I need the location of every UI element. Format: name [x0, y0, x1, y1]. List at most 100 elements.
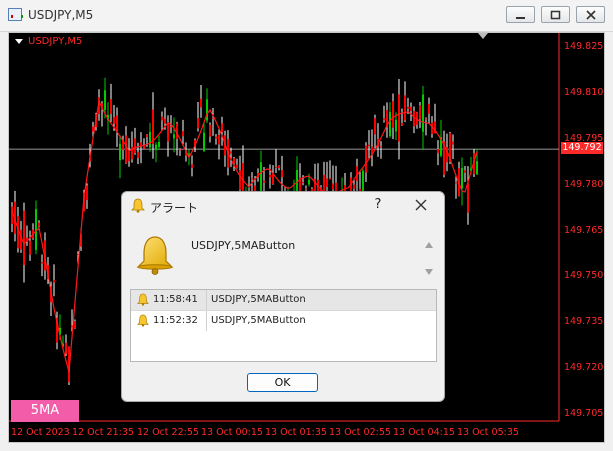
help-button[interactable]: ? [371, 197, 385, 212]
triangle-down-icon [15, 38, 23, 44]
candle-body [398, 94, 400, 142]
price-tick-label: 149.720 [564, 362, 604, 374]
time-tick-label: 12 Oct 2023 [11, 427, 70, 438]
candle-body [218, 134, 220, 145]
candle-body [374, 117, 376, 135]
candle-body [407, 106, 409, 109]
close-window-button[interactable] [576, 6, 605, 23]
price-tick-label: 149.750 [564, 270, 604, 282]
candle-body [476, 161, 478, 175]
candle-body [380, 146, 382, 148]
candle-body [167, 122, 169, 142]
column-separator [206, 290, 207, 310]
candle-body [362, 170, 364, 192]
candle-body [392, 101, 394, 128]
large-bell-icon [136, 236, 174, 275]
candle-body [401, 122, 403, 126]
candle-body [191, 164, 193, 168]
candle-body [425, 118, 427, 120]
chart-app-icon [8, 8, 23, 21]
candle-body [353, 184, 355, 189]
candle-body [275, 166, 277, 168]
candle-body [155, 144, 157, 150]
candle-body [197, 117, 199, 129]
alert-row[interactable]: 11:52:32 USDJPY,5MAButton [131, 311, 436, 331]
time-tick-label: 12 Oct 22:55 [137, 427, 199, 438]
candle-body [137, 152, 139, 159]
candle-body [368, 144, 370, 146]
candle-body [221, 123, 223, 133]
price-tick-label: 149.810 [564, 87, 604, 99]
candle-body [419, 105, 421, 120]
candle-body [428, 104, 430, 114]
candle-body [149, 131, 151, 148]
minimize-button[interactable] [506, 6, 535, 23]
bell-icon [131, 198, 145, 213]
bell-icon [137, 293, 149, 306]
time-tick-label: 13 Oct 05:35 [457, 427, 519, 438]
candle-body [464, 170, 466, 173]
candle-body [86, 185, 88, 201]
candle-body [452, 141, 454, 145]
candle-body [65, 342, 67, 354]
candle-body [74, 321, 76, 329]
chart-symbol-label: USDJPY,M5 [15, 36, 82, 47]
candle-body [170, 126, 172, 128]
candle-body [467, 183, 469, 213]
5ma-button[interactable]: 5MA [11, 400, 79, 422]
candle-body [281, 170, 283, 178]
ok-button[interactable]: OK [247, 373, 318, 392]
price-tick-label: 149.825 [564, 41, 604, 53]
candle-body [329, 178, 331, 180]
candle-body [251, 178, 253, 180]
candle-body [179, 149, 181, 151]
alert-time: 11:58:41 [153, 294, 198, 305]
chart-shift-marker[interactable] [478, 33, 488, 39]
scroll-down-arrow[interactable] [425, 269, 433, 275]
alert-row[interactable]: 11:58:41 USDJPY,5MAButton [131, 290, 436, 310]
dialog-title: アラート [150, 201, 199, 215]
alert-dialog[interactable]: アラート ? USDJPY,5MAButton 11:58:41 USDJPY,… [121, 191, 445, 402]
candle-body [236, 164, 238, 169]
candle-body [53, 280, 55, 283]
time-tick-label: 13 Oct 00:15 [201, 427, 263, 438]
minimize-icon [516, 17, 525, 19]
candle-body [182, 131, 184, 137]
candle-body [38, 222, 40, 227]
candle-body [161, 116, 163, 121]
candle-body [152, 109, 154, 145]
candle-body [455, 182, 457, 184]
close-icon [586, 10, 596, 20]
candle-body [269, 174, 271, 178]
candle-body [404, 95, 406, 121]
alert-text: USDJPY,5MAButton [211, 315, 306, 326]
candle-body [200, 98, 202, 108]
time-tick-label: 13 Oct 01:35 [265, 427, 327, 438]
price-tick-label: 149.735 [564, 316, 604, 328]
scroll-up-arrow[interactable] [425, 242, 433, 248]
price-tick-label: 149.780 [564, 178, 604, 190]
window-titlebar[interactable]: USDJPY,M5 [0, 0, 613, 32]
column-separator [206, 311, 207, 331]
candle-body [389, 111, 391, 137]
chart-symbol-text: USDJPY,M5 [28, 36, 83, 47]
candle-body [104, 90, 106, 111]
candle-body [146, 134, 148, 138]
candle-body [188, 153, 190, 155]
candle-body [116, 115, 118, 131]
dialog-close-button[interactable] [414, 198, 428, 212]
alert-message: USDJPY,5MAButton [191, 239, 296, 252]
time-tick-label: 12 Oct 21:35 [72, 427, 134, 438]
candle-body [215, 136, 217, 139]
alert-history-list[interactable]: 11:58:41 USDJPY,5MAButton 11:52:32 USDJP… [130, 289, 437, 362]
candle-body [239, 170, 241, 190]
window-title: USDJPY,M5 [28, 8, 94, 22]
candle-body [413, 111, 415, 127]
candle-body [41, 262, 43, 264]
candle-body [209, 124, 211, 137]
candle-body [332, 183, 334, 190]
maximize-button[interactable] [541, 6, 570, 23]
time-tick-label: 13 Oct 02:55 [329, 427, 391, 438]
candle-body [164, 118, 166, 124]
candle-body [437, 148, 439, 154]
